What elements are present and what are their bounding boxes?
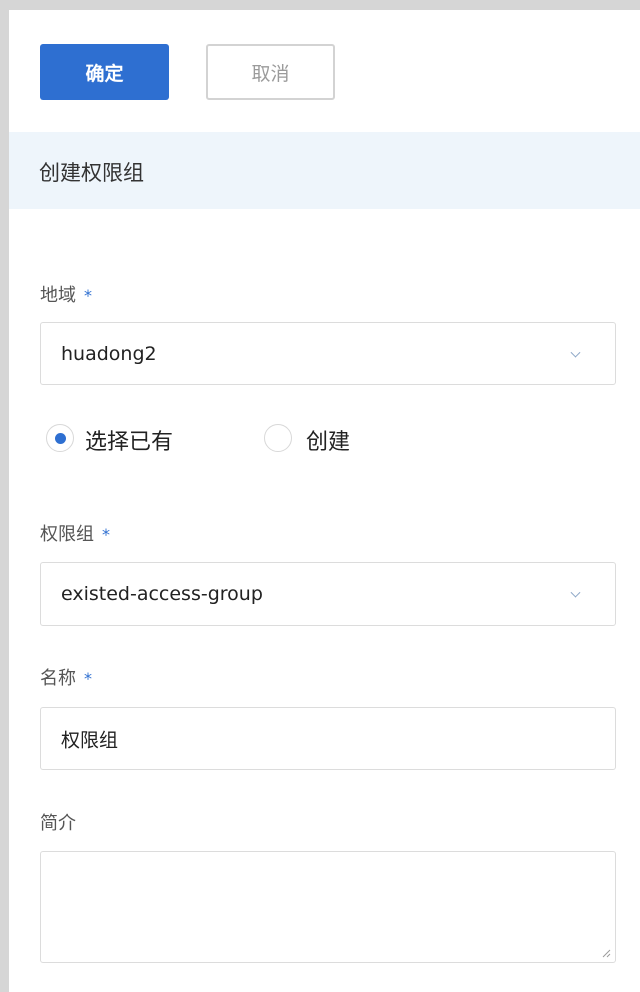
radio-create[interactable] — [264, 424, 292, 452]
radio-checked-dot — [55, 433, 66, 444]
description-label: 简介 — [40, 813, 76, 834]
access-group-select-value: existed-access-group — [61, 583, 263, 605]
confirm-button[interactable]: 确定 — [40, 44, 169, 100]
radio-create-label[interactable]: 创建 — [306, 424, 350, 456]
access-group-label: 权限组 — [40, 524, 94, 545]
name-label: 名称 — [40, 668, 76, 689]
required-mark: * — [84, 286, 92, 305]
required-mark: * — [84, 669, 92, 688]
description-textarea[interactable] — [40, 851, 616, 963]
region-label: 地域 — [40, 285, 76, 306]
description-label-row: 简介 — [40, 809, 76, 835]
required-mark: * — [102, 525, 110, 544]
section-title: 创建权限组 — [39, 161, 144, 185]
radio-select-existing-label[interactable]: 选择已有 — [85, 424, 173, 456]
name-input[interactable]: 权限组 — [40, 707, 616, 770]
cancel-button[interactable]: 取消 — [206, 44, 335, 100]
access-group-label-row: 权限组 * — [40, 520, 110, 546]
region-select-value: huadong2 — [61, 342, 157, 365]
resize-grip-icon[interactable] — [601, 948, 611, 958]
chevron-down-icon — [570, 587, 581, 598]
region-select[interactable]: huadong2 — [40, 322, 616, 385]
region-label-row: 地域 * — [40, 281, 92, 307]
name-label-row: 名称 * — [40, 664, 92, 690]
access-group-select[interactable]: existed-access-group — [40, 562, 616, 626]
chevron-down-icon — [570, 347, 581, 358]
radio-select-existing[interactable] — [46, 424, 74, 452]
name-input-value: 权限组 — [61, 729, 119, 751]
